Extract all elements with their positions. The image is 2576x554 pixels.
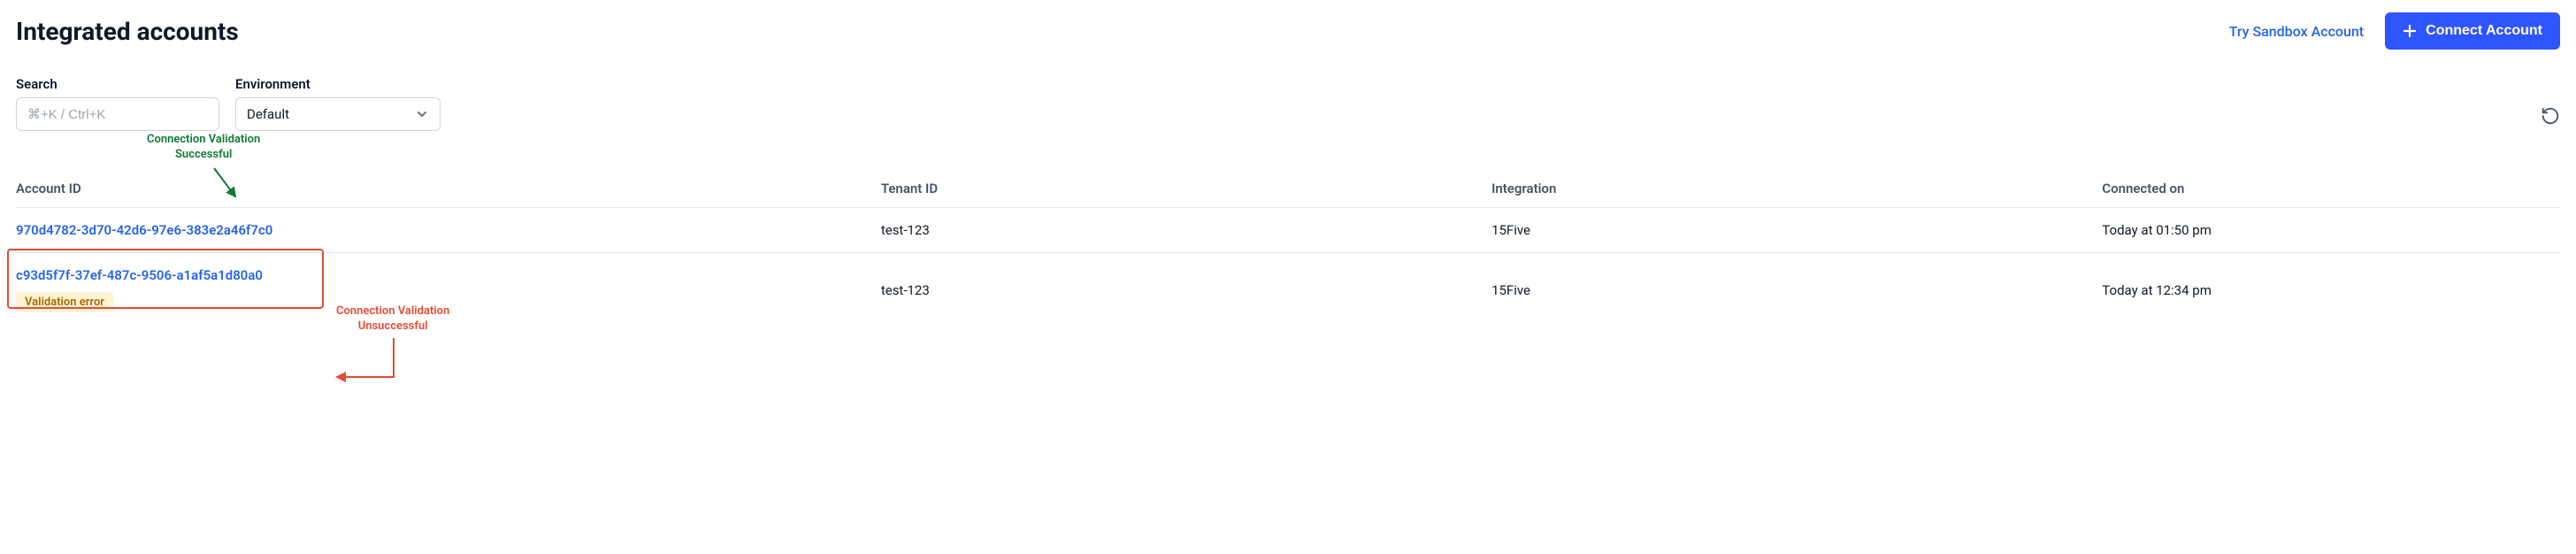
search-input[interactable]	[16, 97, 219, 131]
th-integration: Integration	[1491, 181, 2102, 196]
table-row: c93d5f7f-37ef-487c-9506-a1af5a1d80a0 Val…	[16, 253, 2560, 327]
th-account-id: Account ID	[16, 181, 881, 196]
th-connected-on: Connected on	[2102, 181, 2560, 196]
environment-select[interactable]: Default	[235, 97, 441, 131]
connect-account-label: Connect Account	[2426, 23, 2542, 39]
environment-label: Environment	[235, 76, 441, 92]
table-row: 970d4782-3d70-42d6-97e6-383e2a46f7c0 tes…	[16, 208, 2560, 253]
table-header: Account ID Tenant ID Integration Connect…	[16, 173, 2560, 208]
plus-icon	[2403, 24, 2417, 38]
tenant-id-cell: test-123	[881, 222, 1491, 238]
environment-value: Default	[247, 106, 289, 122]
account-id-link[interactable]: 970d4782-3d70-42d6-97e6-383e2a46f7c0	[16, 222, 881, 238]
tenant-id-cell: test-123	[881, 282, 1491, 298]
connected-on-cell: Today at 12:34 pm	[2102, 282, 2560, 298]
page-title: Integrated accounts	[16, 17, 239, 46]
chevron-down-icon	[415, 107, 429, 121]
refresh-icon	[2541, 106, 2560, 126]
integration-cell: 15Five	[1491, 222, 2102, 238]
try-sandbox-link[interactable]: Try Sandbox Account	[2229, 23, 2365, 40]
th-tenant-id: Tenant ID	[881, 181, 1491, 196]
connect-account-button[interactable]: Connect Account	[2385, 12, 2560, 50]
connected-on-cell: Today at 01:50 pm	[2102, 222, 2560, 238]
account-id-link[interactable]: c93d5f7f-37ef-487c-9506-a1af5a1d80a0	[16, 267, 263, 283]
search-label: Search	[16, 76, 219, 92]
integration-cell: 15Five	[1491, 282, 2102, 298]
refresh-button[interactable]	[2541, 106, 2560, 131]
validation-error-badge: Validation error	[16, 292, 113, 312]
arrow-fail-icon	[330, 335, 401, 388]
annotation-success: Connection Validation Successful	[147, 133, 260, 163]
